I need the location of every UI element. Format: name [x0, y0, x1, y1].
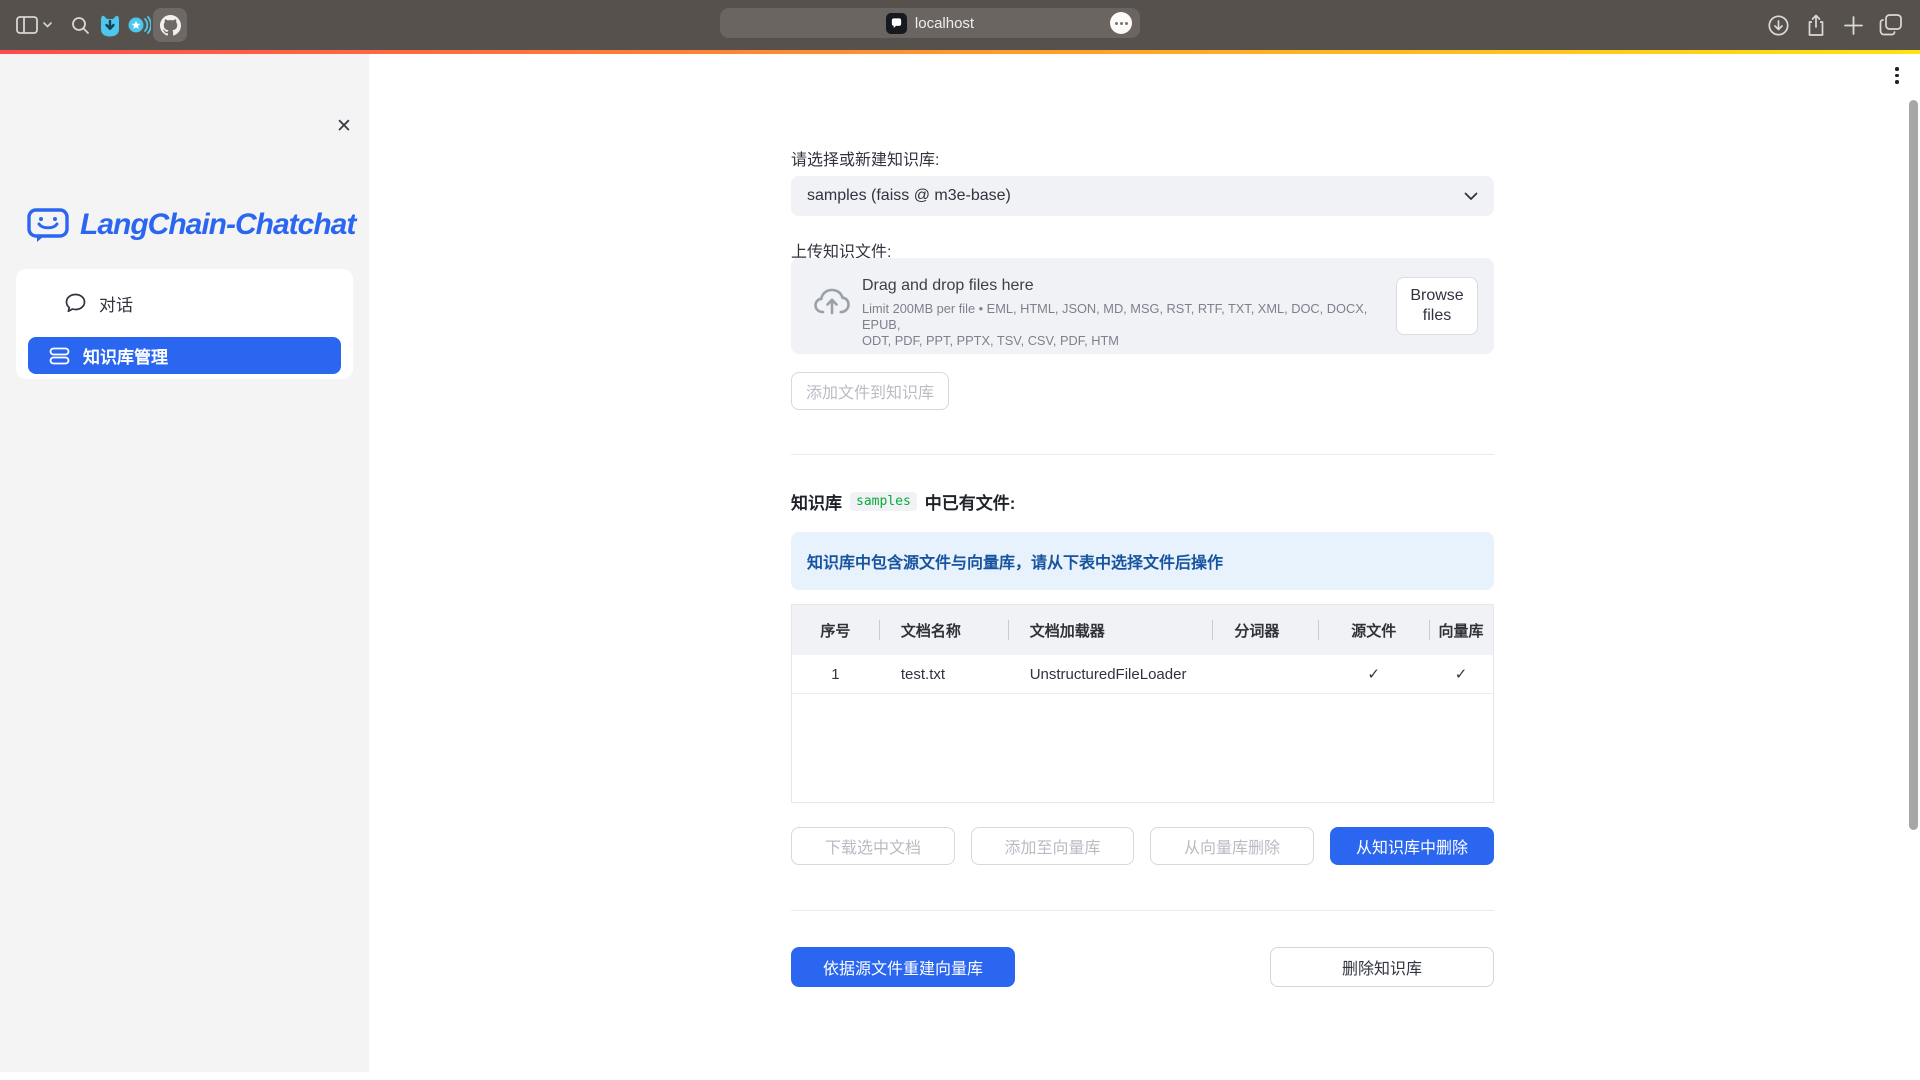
- table-header-row: 序号 文档名称 文档加载器 分词器 源文件 向量库: [792, 605, 1493, 655]
- col-header-splitter: 分词器: [1212, 605, 1318, 655]
- cell-index: 1: [792, 655, 879, 693]
- site-favicon: [886, 13, 907, 34]
- dropzone-limit-text: Limit 200MB per file • EML, HTML, JSON, …: [862, 301, 1394, 349]
- nav-menu: 对话 知识库管理: [16, 269, 353, 379]
- downloads-icon[interactable]: [1765, 0, 1791, 50]
- app-window: localhost ✕: [0, 0, 1920, 1080]
- logo-bubble-icon: [26, 206, 70, 243]
- info-alert-text: 知识库中包含源文件与向量库，请从下表中选择文件后操作: [807, 549, 1223, 573]
- sidebar-close-icon[interactable]: ✕: [330, 112, 358, 140]
- cell-splitter: [1212, 655, 1318, 693]
- nav-item-kb-management[interactable]: 知识库管理: [28, 337, 341, 374]
- url-more-icon[interactable]: [1110, 12, 1132, 34]
- kb-select-label: 请选择或新建知识库:: [791, 146, 939, 170]
- app-menu-kebab-icon[interactable]: [1893, 67, 1901, 84]
- address-bar[interactable]: localhost: [720, 8, 1140, 38]
- nav-item-dialogue[interactable]: 对话: [49, 282, 349, 324]
- url-text: localhost: [915, 15, 974, 32]
- chat-bubble-icon: [65, 293, 86, 313]
- cell-source-file-check: ✓: [1318, 655, 1429, 693]
- info-alert: 知识库中包含源文件与向量库，请从下表中选择文件后操作: [791, 532, 1494, 590]
- share-icon[interactable]: [1802, 0, 1830, 50]
- nav-item-label: 对话: [99, 291, 133, 316]
- delete-from-vector-store-button[interactable]: 从向量库删除: [1150, 827, 1314, 865]
- kb-files-heading: 知识库 samples 中已有文件:: [791, 489, 1015, 514]
- delete-from-kb-button[interactable]: 从知识库中删除: [1330, 827, 1494, 865]
- col-header-index: 序号: [792, 605, 879, 655]
- dropzone-title: Drag and drop files here: [862, 277, 1034, 295]
- scrollbar-thumb[interactable]: [1909, 100, 1918, 830]
- app-logo: LangChain-Chatchat: [26, 206, 355, 243]
- col-header-loader: 文档加载器: [1008, 605, 1213, 655]
- kb-stack-icon: [49, 347, 70, 365]
- add-files-to-kb-button[interactable]: 添加文件到知识库: [791, 372, 949, 410]
- github-extension-button[interactable]: [153, 8, 187, 42]
- download-selected-button[interactable]: 下载选中文档: [791, 827, 955, 865]
- sidebar: ✕ LangChain-Chatchat 对话: [0, 54, 369, 1072]
- rebuild-vector-store-button[interactable]: 依据源文件重建向量库: [791, 947, 1015, 987]
- rings-extension-icon[interactable]: [126, 0, 152, 50]
- delete-kb-button[interactable]: 删除知识库: [1270, 947, 1494, 987]
- cat-extension-icon[interactable]: [97, 0, 123, 50]
- divider: [791, 910, 1494, 911]
- kb-files-table: 序号 文档名称 文档加载器 分词器 源文件 向量库 1 test.txt Uns…: [791, 604, 1494, 803]
- kb-select-dropdown[interactable]: samples (faiss @ m3e-base): [791, 176, 1494, 216]
- kb-name-code: samples: [850, 492, 917, 511]
- cell-vector-store-check: ✓: [1429, 655, 1493, 693]
- browser-toolbar: localhost: [0, 0, 1920, 50]
- upload-cloud-icon: [813, 286, 851, 318]
- browse-files-button[interactable]: Browse files: [1396, 277, 1478, 335]
- add-to-vector-store-button[interactable]: 添加至向量库: [971, 827, 1134, 865]
- col-header-vector-store: 向量库: [1429, 605, 1493, 655]
- col-header-source-file: 源文件: [1318, 605, 1429, 655]
- divider: [791, 454, 1494, 455]
- sidebar-toggle-icon[interactable]: [14, 0, 40, 50]
- tab-overview-icon[interactable]: [1876, 0, 1906, 50]
- kb-selected-value: samples (faiss @ m3e-base): [807, 187, 1464, 205]
- chevron-down-icon: [1464, 192, 1478, 201]
- file-dropzone[interactable]: Drag and drop files here Limit 200MB per…: [791, 258, 1494, 354]
- nav-item-label: 知识库管理: [83, 343, 168, 368]
- sidebar-toggle-chevron-icon[interactable]: [41, 0, 53, 50]
- search-icon[interactable]: [68, 0, 92, 50]
- table-row[interactable]: 1 test.txt UnstructuredFileLoader ✓ ✓: [792, 655, 1493, 694]
- col-header-doc-name: 文档名称: [879, 605, 1008, 655]
- logo-text: LangChain-Chatchat: [80, 208, 355, 242]
- cell-doc-name: test.txt: [879, 655, 1008, 693]
- new-tab-icon[interactable]: [1840, 0, 1866, 50]
- cell-loader: UnstructuredFileLoader: [1008, 655, 1213, 693]
